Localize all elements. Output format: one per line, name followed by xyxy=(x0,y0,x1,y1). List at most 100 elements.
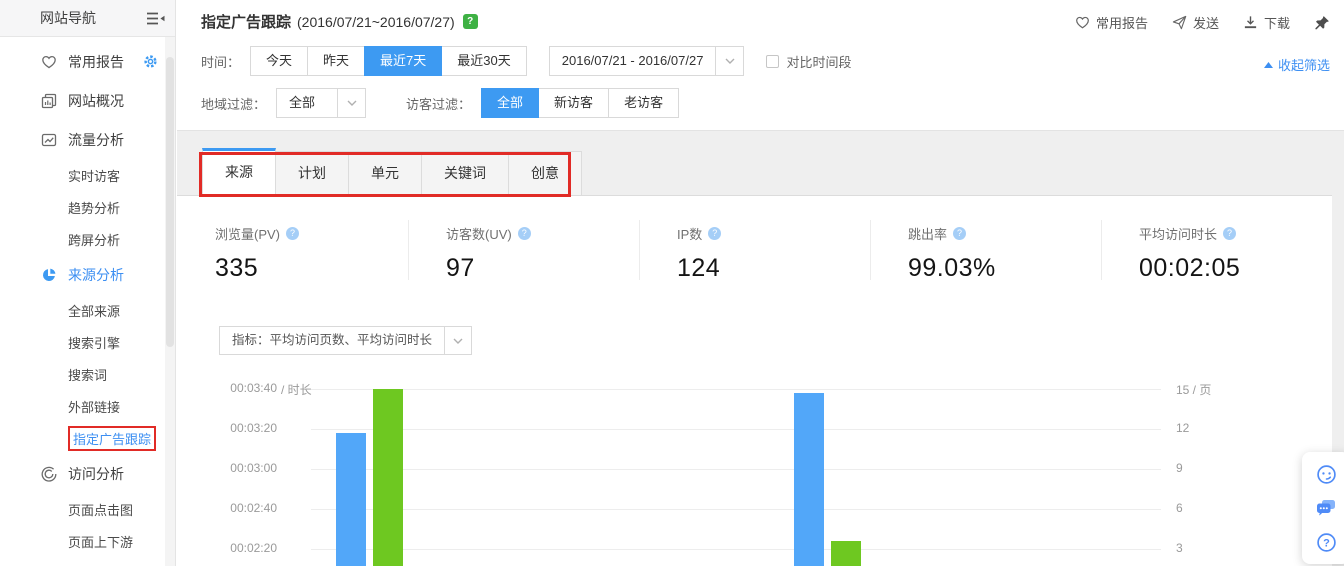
chevron-down-icon[interactable] xyxy=(337,89,365,117)
sidebar-item[interactable]: 常用报告 xyxy=(0,42,175,81)
sidebar-item-label: 外部链接 xyxy=(68,397,120,416)
tab-active[interactable]: 来源 xyxy=(202,148,276,195)
metric-help-icon[interactable]: ? xyxy=(708,227,721,240)
tab-item[interactable]: 计划 xyxy=(275,151,349,195)
time-range-button[interactable]: 今天 xyxy=(250,46,308,76)
sidebar-scrollbar-thumb[interactable] xyxy=(166,57,174,347)
metric-help-icon[interactable]: ? xyxy=(286,227,299,240)
sidebar-item[interactable]: 访问分析 xyxy=(0,454,175,493)
visitor-filter-button[interactable]: 新访客 xyxy=(538,88,609,118)
visitor-filter-group: 全部新访客老访客 xyxy=(481,88,679,118)
chart-gridline xyxy=(311,389,1161,390)
metric-card: 浏览量(PV)? 335 xyxy=(177,196,408,296)
time-range-group: 今天昨天最近7天最近30天 xyxy=(250,46,527,76)
sidebar-item[interactable]: 跨屏分析 xyxy=(0,223,175,255)
action-label: 常用报告 xyxy=(1096,13,1148,32)
sidebar-scrollbar[interactable] xyxy=(165,37,175,566)
collapse-sidebar-icon[interactable] xyxy=(146,11,165,26)
left-axis-tick: 00:03:00 xyxy=(177,461,277,475)
visitor-filter-button[interactable]: 全部 xyxy=(481,88,539,118)
caret-up-icon xyxy=(1264,62,1273,68)
sidebar-item-label: 指定广告跟踪 xyxy=(68,426,156,451)
metric-label: 跳出率 xyxy=(908,224,947,243)
chart-bar-metric-blue xyxy=(336,433,366,566)
metric-label: 访客数(UV) xyxy=(446,224,512,243)
collapse-filters-label: 收起筛选 xyxy=(1278,55,1330,74)
arcs-icon xyxy=(40,465,57,482)
pin-icon xyxy=(1314,15,1330,31)
download-icon xyxy=(1243,15,1258,30)
right-axis-tick: 15 / 页 xyxy=(1176,381,1211,398)
metric-help-icon[interactable]: ? xyxy=(1223,227,1236,240)
sidebar-item-label: 趋势分析 xyxy=(68,198,120,217)
date-range-value: 2016/07/21 - 2016/07/27 xyxy=(550,47,716,75)
sidebar-item[interactable]: 实时访客 xyxy=(0,159,175,191)
header-filter-panel: 指定广告跟踪 (2016/07/21~2016/07/27) ? 常用报告 发送 下… xyxy=(177,0,1344,131)
metric-selector[interactable]: 指标：平均访问页数、平均访问时长 xyxy=(219,326,472,355)
sidebar-item[interactable]: 全部来源 xyxy=(0,294,175,326)
sidebar-item[interactable]: 网站概况 xyxy=(0,81,175,120)
tab-item[interactable]: 创意 xyxy=(508,151,582,195)
right-axis-tick: 3 xyxy=(1176,541,1183,555)
sidebar-title: 网站导航 xyxy=(40,8,96,28)
sidebar-item-label: 搜索引擎 xyxy=(68,333,120,352)
metric-card: IP数?124 xyxy=(639,196,870,296)
metric-help-icon[interactable]: ? xyxy=(953,227,966,240)
left-axis-tick: 00:03:40 xyxy=(177,381,277,395)
title-row: 指定广告跟踪 (2016/07/21~2016/07/27) ? xyxy=(201,11,478,32)
sidebar-item[interactable]: 流量分析 xyxy=(0,120,175,159)
header-actions: 常用报告 发送 下载 xyxy=(1075,13,1330,32)
chart-bar-metric-green xyxy=(831,541,861,566)
send-action-button[interactable]: 发送 xyxy=(1172,13,1219,32)
heart-icon xyxy=(40,53,57,70)
pages-icon xyxy=(40,92,57,109)
metrics-summary-row: 浏览量(PV)?335访客数(UV)?97IP数?124跳出率?99.03%平均… xyxy=(177,196,1332,296)
time-range-button[interactable]: 最近30天 xyxy=(441,46,526,76)
trend-icon xyxy=(40,131,57,148)
sidebar-item[interactable]: 搜索引擎 xyxy=(0,326,175,358)
heart-icon xyxy=(1075,15,1090,30)
sidebar-item[interactable]: 指定广告跟踪 xyxy=(0,422,175,454)
metric-label-row: 平均访问时长? xyxy=(1139,224,1332,243)
chevron-down-icon[interactable] xyxy=(444,327,471,354)
metric-value: 335 xyxy=(215,254,408,283)
metric-label-row: 浏览量(PV)? xyxy=(215,224,408,243)
download-action-button[interactable]: 下载 xyxy=(1243,13,1290,32)
feedback-chat-icon[interactable] xyxy=(1316,498,1337,519)
sidebar-item[interactable]: 趋势分析 xyxy=(0,191,175,223)
metric-help-icon[interactable]: ? xyxy=(518,227,531,240)
visitor-filter-button[interactable]: 老访客 xyxy=(608,88,679,118)
right-axis-tick: 6 xyxy=(1176,501,1183,515)
help-icon[interactable]: ? xyxy=(1316,532,1337,553)
region-select[interactable]: 全部 xyxy=(276,88,366,118)
right-axis-tick: 9 xyxy=(1176,461,1183,475)
gear-icon[interactable] xyxy=(143,54,158,69)
audience-filter-row: 地域过滤： 全部 访客过滤： 全部新访客老访客 xyxy=(201,88,679,118)
sidebar-item[interactable]: 搜索词 xyxy=(0,358,175,390)
time-range-button[interactable]: 最近7天 xyxy=(364,46,442,76)
metric-card: 平均访问时长?00:02:05 xyxy=(1101,196,1332,296)
tab-item[interactable]: 单元 xyxy=(348,151,422,195)
sidebar-item[interactable]: 页面上下游 xyxy=(0,525,175,557)
chart-bar-metric-green xyxy=(373,389,403,566)
compare-period-option: 对比时间段 xyxy=(766,52,851,71)
online-support-icon[interactable] xyxy=(1316,464,1337,485)
sidebar-item[interactable]: 来源分析 xyxy=(0,255,175,294)
compare-period-checkbox[interactable] xyxy=(766,55,779,68)
chart-gridline xyxy=(311,469,1161,470)
date-range-picker[interactable]: 2016/07/21 - 2016/07/27 xyxy=(549,46,745,76)
chevron-down-icon[interactable] xyxy=(715,47,743,75)
time-range-button[interactable]: 昨天 xyxy=(307,46,365,76)
sidebar-item[interactable]: 页面点击图 xyxy=(0,493,175,525)
heart-action-button[interactable]: 常用报告 xyxy=(1075,13,1148,32)
collapse-filters-link[interactable]: 收起筛选 xyxy=(1264,55,1330,74)
metric-label: IP数 xyxy=(677,224,702,243)
sidebar-item-label: 页面上下游 xyxy=(68,532,133,551)
sidebar-item[interactable]: 外部链接 xyxy=(0,390,175,422)
pin-button[interactable] xyxy=(1314,15,1330,31)
title-help-icon[interactable]: ? xyxy=(463,14,478,29)
tab-item[interactable]: 关键词 xyxy=(421,151,509,195)
sidebar-item-label: 流量分析 xyxy=(68,130,124,150)
left-axis-tick: 00:02:40 xyxy=(177,501,277,515)
metric-value: 99.03% xyxy=(908,254,1101,283)
